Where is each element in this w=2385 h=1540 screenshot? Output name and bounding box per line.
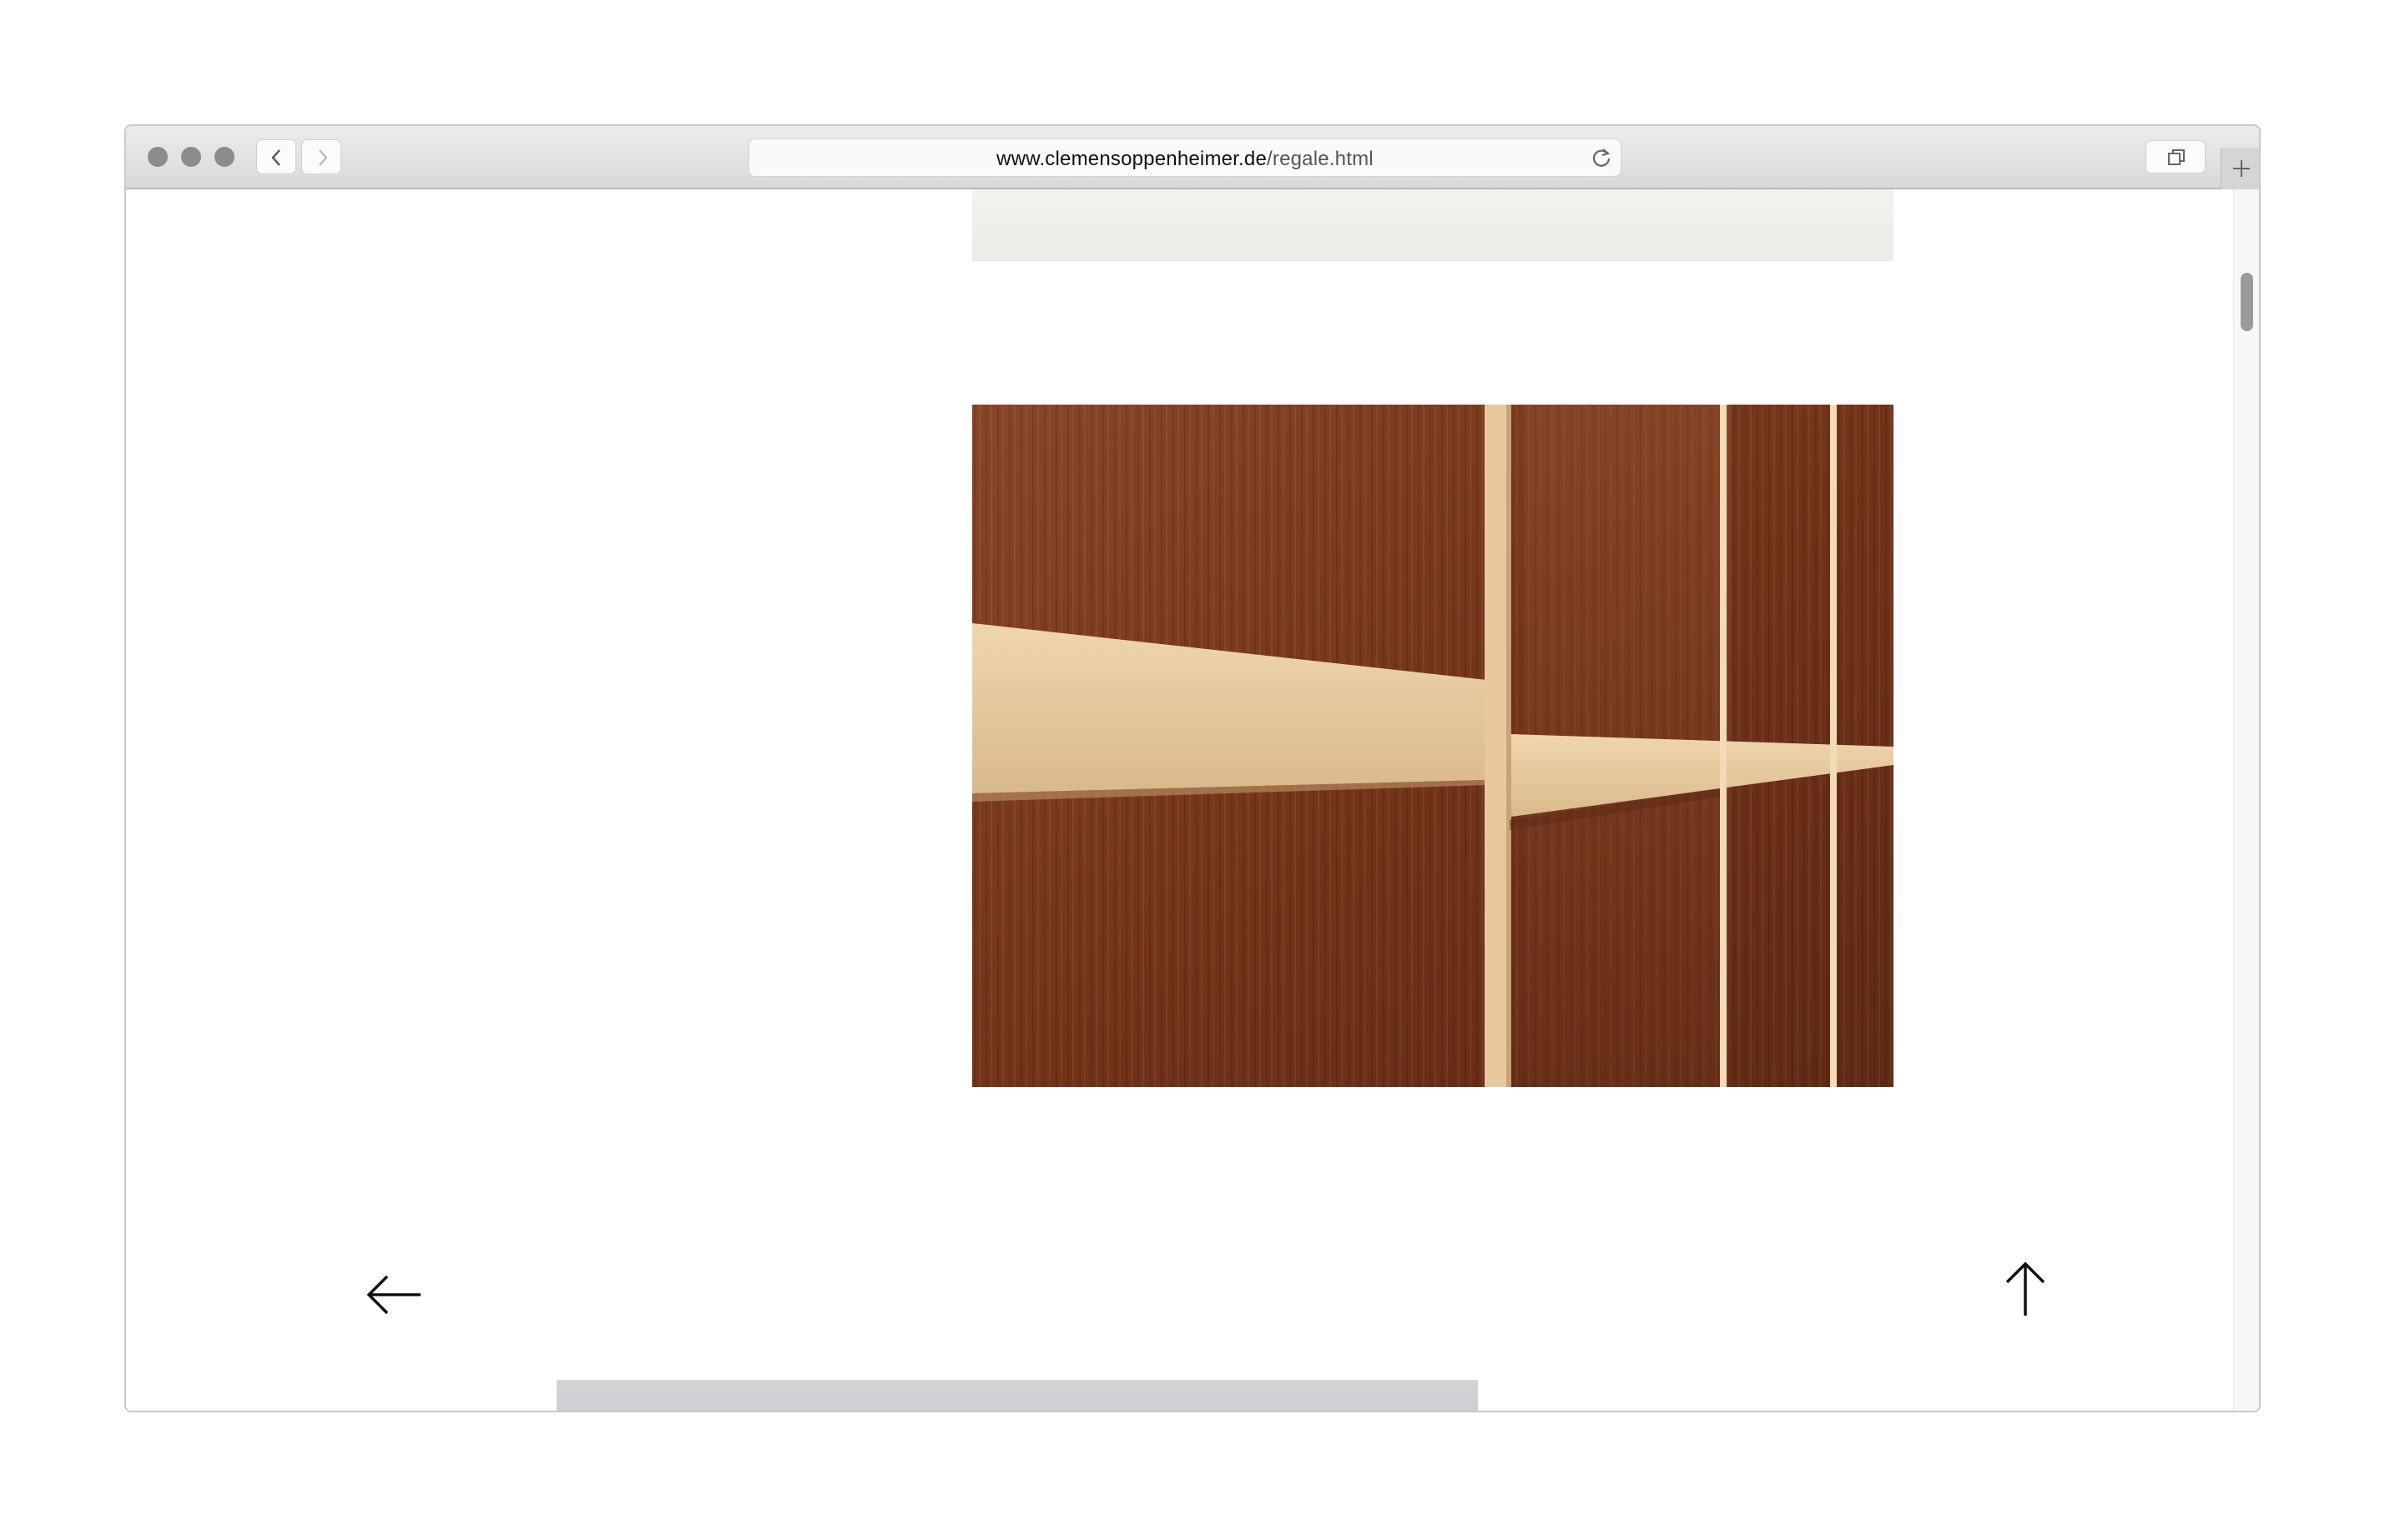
url-text: www.clemensoppenheimer.de/regale.html [749,148,1621,171]
tab-overview-icon [2168,149,2185,165]
tab-overview-button[interactable] [2145,140,2206,174]
browser-window: www.clemensoppenheimer.de/regale.html [124,124,2261,1412]
new-tab-button[interactable] [2221,148,2259,189]
arrow-up-icon[interactable] [2002,1261,2049,1317]
shelf-wood-image [972,405,1893,1087]
shelf-photo [972,405,1893,1087]
forward-button[interactable] [301,139,341,174]
scrollbar[interactable] [2233,189,2259,1411]
scrollbar-thumb[interactable] [2241,273,2253,331]
url-host: www.clemensoppenheimer.de [996,148,1268,170]
url-path: /regale.html [1267,148,1374,170]
page-content [126,189,2259,1411]
arrow-left-icon[interactable] [366,1271,422,1318]
product-image-next [557,1380,1478,1411]
address-bar[interactable]: www.clemensoppenheimer.de/regale.html [749,138,1621,177]
back-button[interactable] [256,139,296,174]
chevron-right-icon [319,149,328,166]
chevron-left-icon [271,149,280,166]
reload-icon[interactable] [1591,147,1612,169]
product-image-previous [972,189,1893,261]
close-window-button[interactable] [148,147,168,167]
zoom-window-button[interactable] [214,147,234,167]
browser-toolbar: www.clemensoppenheimer.de/regale.html [126,126,2259,189]
plus-icon [2233,160,2250,177]
minimize-window-button[interactable] [181,147,201,167]
